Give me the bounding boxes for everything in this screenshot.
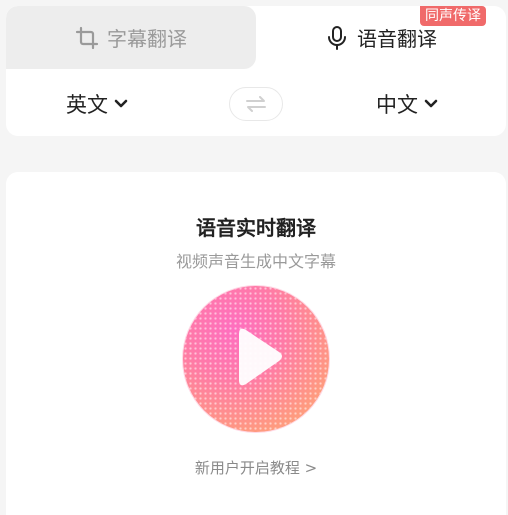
panel-title: 语音实时翻译 bbox=[196, 216, 316, 240]
chevron-down-icon bbox=[424, 99, 438, 109]
tab-subtitle-translate-label: 字幕翻译 bbox=[107, 27, 187, 51]
chevron-down-icon bbox=[114, 99, 128, 109]
voice-translate-panel: 语音实时翻译 视频声音生成中文字幕 新用户开启教程 > bbox=[6, 172, 506, 515]
translate-mode-card: 字幕翻译 语音翻译 同声传译 英文 中文 bbox=[6, 6, 506, 136]
crop-icon bbox=[75, 26, 99, 50]
new-user-tutorial-link[interactable]: 新用户开启教程 > bbox=[6, 457, 506, 478]
tab-voice-translate[interactable]: 语音翻译 同声传译 bbox=[256, 6, 506, 69]
target-language-select[interactable]: 中文 bbox=[376, 89, 438, 119]
target-language-label: 中文 bbox=[376, 93, 418, 117]
source-language-label: 英文 bbox=[66, 93, 108, 117]
app-screen: 字幕翻译 语音翻译 同声传译 英文 中文 语音实时翻译 视频声音生成中文字幕 新… bbox=[0, 0, 508, 515]
simultaneous-interpretation-badge: 同声传译 bbox=[420, 6, 486, 26]
tab-subtitle-translate[interactable]: 字幕翻译 bbox=[6, 6, 256, 69]
source-language-select[interactable]: 英文 bbox=[66, 89, 128, 119]
tab-voice-translate-label: 语音翻译 bbox=[357, 27, 437, 51]
swap-icon bbox=[245, 96, 267, 112]
swap-languages-button[interactable] bbox=[229, 87, 283, 121]
start-translate-play-button[interactable] bbox=[183, 286, 329, 432]
panel-subtitle: 视频声音生成中文字幕 bbox=[175, 252, 336, 271]
microphone-icon bbox=[325, 25, 349, 51]
language-selector-row: 英文 中文 bbox=[6, 69, 506, 136]
play-icon bbox=[183, 286, 329, 432]
